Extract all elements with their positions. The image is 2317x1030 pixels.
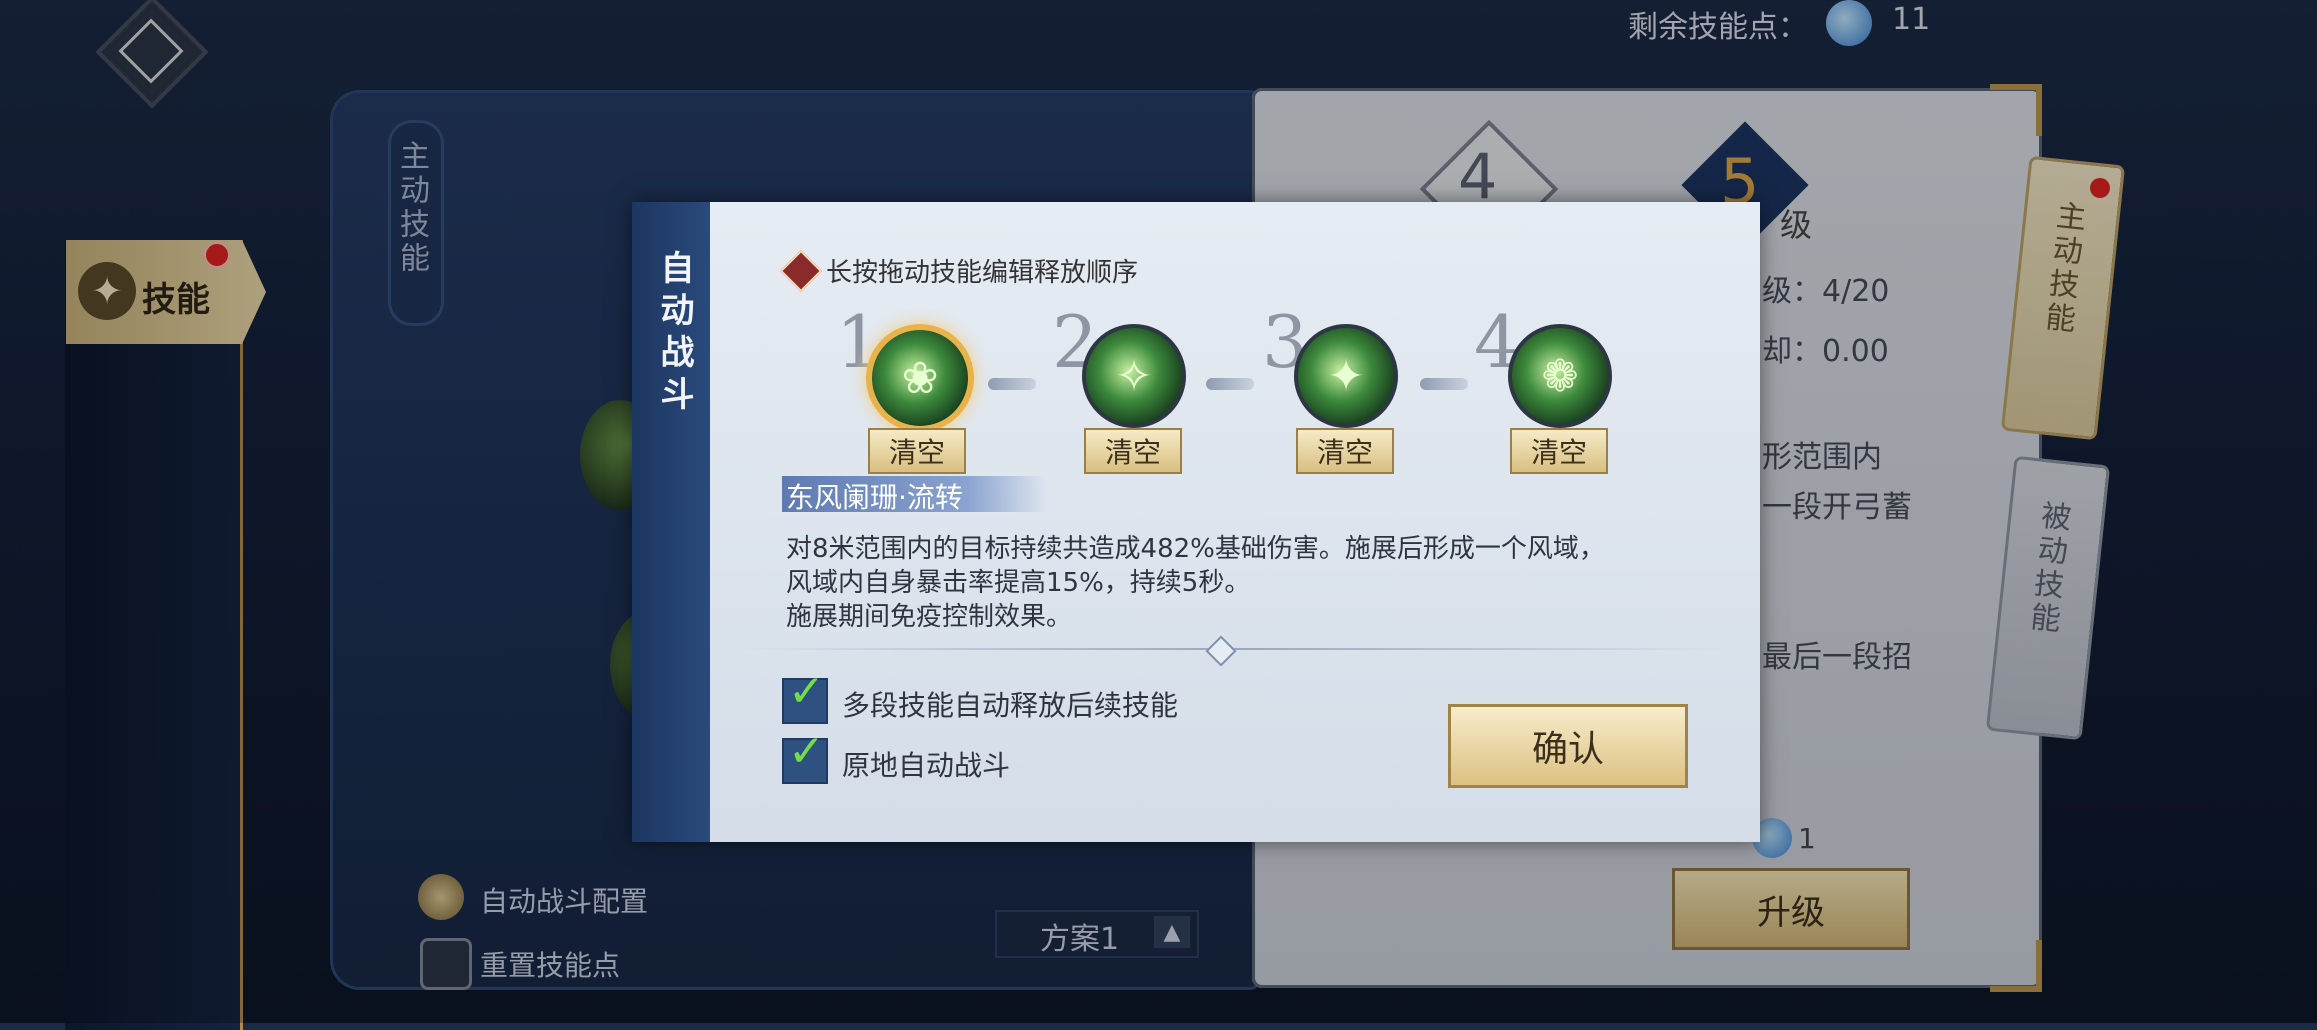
dialog-title: 自动战斗 [654,250,694,418]
skill-slot-4[interactable]: ❁ [1508,324,1612,428]
checkmark-icon: ✓ [788,726,825,777]
sequence-connector [1206,378,1254,390]
skill-slot-2[interactable]: ✧ [1082,324,1186,428]
sequence-connector [988,378,1036,390]
skill-description-line: 对8米范围内的目标持续共造成482%基础伤害。施展后形成一个风域， [786,534,1605,564]
wind-skill-icon: ✦ [1327,350,1365,402]
clear-button-2[interactable]: 清空 [1084,428,1182,474]
wind-skill-icon: ❁ [1541,350,1579,402]
checkmark-icon: ✓ [788,666,825,717]
skill-description-line: 风域内自身暴击率提高15%，持续5秒。 [786,568,1251,598]
wind-skill-icon: ❀ [901,352,939,404]
skill-description-line: 施展期间免疫控制效果。 [786,602,1073,632]
wind-skill-icon: ✧ [1115,350,1153,402]
skill-slot-3[interactable]: ✦ [1294,324,1398,428]
sequence-connector [1420,378,1468,390]
skill-name: 东风阑珊·流转 [782,476,1046,514]
option-label: 原地自动战斗 [842,749,1011,782]
skill-slot-1[interactable]: ❀ [866,324,974,432]
dialog-hint: 长按拖动技能编辑释放顺序 [826,258,1139,288]
option-label: 多段技能自动释放后续技能 [842,689,1179,722]
clear-button-4[interactable]: 清空 [1510,428,1608,474]
clear-button-1[interactable]: 清空 [868,428,966,474]
clear-button-3[interactable]: 清空 [1296,428,1394,474]
confirm-button[interactable]: 确认 [1448,704,1688,788]
